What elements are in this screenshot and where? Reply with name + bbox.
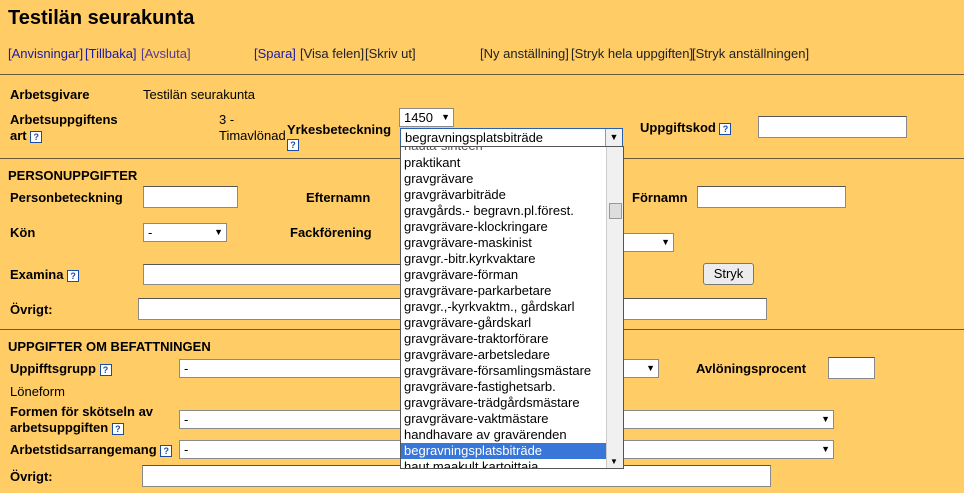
skriv-ut-link[interactable]: [Skriv ut] <box>365 46 416 61</box>
uppgiftsgrupp-select-arrow[interactable]: ▼ <box>624 359 659 378</box>
chevron-down-icon: ▼ <box>646 363 655 373</box>
uppgiftsgrupp-label: Uppifftsgrupp ? <box>10 361 112 376</box>
dropdown-option[interactable]: gravgrävare-vaktmästare <box>401 411 608 427</box>
dropdown-option[interactable]: gravgrävare-maskinist <box>401 235 608 251</box>
befattning-section-title: UPPGIFTER OM BEFATTNINGEN <box>8 339 211 354</box>
avloningsprocent-input[interactable] <box>828 357 875 379</box>
task-type-value-2: Timavlönad <box>219 128 286 143</box>
dropdown-option[interactable]: praktikant <box>401 155 608 171</box>
uppgiftskod-label: Uppgiftskod ? <box>640 120 732 135</box>
stryk-anstallningen-link[interactable]: [Stryk anställningen] <box>692 46 809 61</box>
list-item-partial[interactable]: hauta-sinteen <box>404 147 483 153</box>
help-icon[interactable]: ? <box>287 138 299 151</box>
efternamn-label: Efternamn <box>306 190 371 205</box>
dropdown-option[interactable]: gravgrävare-förman <box>401 267 608 283</box>
arbetstid-select[interactable]: - <box>179 440 403 459</box>
fackforening-label: Fackförening <box>290 225 372 240</box>
divider <box>0 74 964 75</box>
yrkesbeteckning-value: begravningsplatsbiträde <box>405 130 544 145</box>
formen-label-2: arbetsuppgiften ? <box>10 420 124 435</box>
befattning-ovrigt-label: Övrigt: <box>10 469 53 484</box>
stryk-button[interactable]: Stryk <box>703 263 754 285</box>
dropdown-option[interactable]: gravgrävare-församlingsmästare <box>401 363 608 379</box>
chevron-down-icon: ▼ <box>821 444 830 454</box>
task-type-label-2: art ? <box>10 128 43 143</box>
dropdown-option[interactable]: gravgrävare-klockringare <box>401 219 608 235</box>
dropdown-option[interactable]: gravgrävare-parkarbetare <box>401 283 608 299</box>
help-icon[interactable]: ? <box>99 363 112 376</box>
help-icon[interactable]: ? <box>67 269 80 282</box>
dropdown-option[interactable]: gravgr.-bitr.kyrkvaktare <box>401 251 608 267</box>
chevron-down-icon[interactable]: ▼ <box>605 129 622 146</box>
yrkesbeteckning-help: ? <box>287 136 299 151</box>
uppgiftsgrupp-value: - <box>184 361 189 376</box>
ovrigt-input[interactable] <box>624 298 767 320</box>
help-icon[interactable]: ? <box>160 444 173 457</box>
arbetsgivare-label: Arbetsgivare <box>10 87 90 102</box>
kon-value: - <box>148 225 153 240</box>
dropdown-option[interactable]: gravgrävare-traktorförare <box>401 331 608 347</box>
arbetsgivare-value: Testilän seurakunta <box>143 87 256 102</box>
dropdown-option[interactable]: begravningsplatsbiträde <box>401 443 608 459</box>
yrkesbeteckning-dropdown-list[interactable]: hauta-sinteen praktikantgravgrävaregravg… <box>400 146 624 469</box>
stryk-uppgiften-link[interactable]: [Stryk hela uppgiften] <box>571 46 693 61</box>
dropdown-option[interactable]: gravgrävare-trädgårdsmästare <box>401 395 608 411</box>
formen-select-arrow[interactable]: ▼ <box>624 410 834 429</box>
anvisningar-link[interactable]: [Anvisningar] <box>8 46 83 61</box>
uppgiftskod-input[interactable] <box>758 116 907 138</box>
uppgiftsgrupp-select[interactable]: - <box>179 359 403 378</box>
tillbaka-link[interactable]: [Tillbaka] <box>85 46 137 61</box>
dropdown-option[interactable]: handhavare av gravärenden <box>401 427 608 443</box>
loneform-label: Löneform <box>10 384 65 399</box>
dropdown-option[interactable]: gravgrävare-gårdskarl <box>401 315 608 331</box>
help-icon[interactable]: ? <box>111 422 124 435</box>
kon-label: Kön <box>10 225 36 240</box>
spara-link[interactable]: [Spara] <box>254 46 296 61</box>
scrollbar-thumb[interactable] <box>609 203 622 219</box>
fornamn-label: Förnamn <box>632 190 688 205</box>
examina-input[interactable] <box>143 264 403 285</box>
ovrigt-input-left[interactable] <box>138 298 402 320</box>
dropdown-option[interactable]: gravgårds.- begravn.pl.förest. <box>401 203 608 219</box>
formen-label: Formen för skötseln av <box>10 404 154 419</box>
kon-select[interactable]: - ▼ <box>143 223 227 242</box>
arbetstid-value: - <box>184 442 189 457</box>
dropdown-option[interactable]: gravgr.,-kyrkvaktm., gårdskarl <box>401 299 608 315</box>
chevron-down-icon: ▼ <box>661 237 670 247</box>
fornamn-input[interactable] <box>697 186 846 208</box>
yrkesbeteckning-select[interactable]: begravningsplatsbiträde ▼ <box>400 128 623 147</box>
dropdown-option[interactable]: gravgrävare-fastighetsarb. <box>401 379 608 395</box>
formen-value: - <box>184 412 189 427</box>
task-type-value: 3 - <box>219 112 235 127</box>
chevron-down-icon: ▼ <box>441 112 450 122</box>
avsluta-link[interactable]: [Avsluta] <box>141 46 191 61</box>
dropdown-option[interactable]: gravgrävarbiträde <box>401 187 608 203</box>
chevron-down-icon: ▼ <box>821 414 830 424</box>
formen-select[interactable]: - <box>179 410 403 429</box>
arbetstid-select-arrow[interactable]: ▼ <box>624 440 834 459</box>
yrkesbeteckning-label: Yrkesbeteckning <box>287 122 392 137</box>
task-type-label: Arbetsuppgiftens <box>10 112 118 127</box>
ny-anstallning-link[interactable]: [Ny anställning] <box>480 46 569 61</box>
personbeteckning-label: Personbeteckning <box>10 190 123 205</box>
yrke-code-select[interactable]: 1450 ▼ <box>399 108 454 127</box>
scrollbar[interactable]: ▼ <box>606 147 623 468</box>
examina-label: Examina ? <box>10 267 80 282</box>
arbetstid-label: Arbetstidsarrangemang ? <box>10 442 173 457</box>
chevron-down-icon: ▼ <box>214 227 223 237</box>
dropdown-option[interactable]: haut.maakult.kartoittaja <box>401 459 608 468</box>
fackforening-select[interactable]: ▼ <box>624 233 674 252</box>
avloningsprocent-label: Avlöningsprocent <box>696 361 807 376</box>
help-icon[interactable]: ? <box>30 130 43 143</box>
chevron-down-icon[interactable]: ▼ <box>610 457 618 466</box>
dropdown-option[interactable]: gravgrävare-arbetsledare <box>401 347 608 363</box>
ovrigt-label: Övrigt: <box>10 302 53 317</box>
page-title: Testilän seurakunta <box>8 7 195 29</box>
personbeteckning-input[interactable] <box>143 186 238 208</box>
yrke-code-value: 1450 <box>404 110 433 125</box>
person-section-title: PERSONUPPGIFTER <box>8 168 138 183</box>
visa-felen-link[interactable]: [Visa felen] <box>300 46 364 61</box>
dropdown-option[interactable]: gravgrävare <box>401 171 608 187</box>
help-icon[interactable]: ? <box>719 122 732 135</box>
